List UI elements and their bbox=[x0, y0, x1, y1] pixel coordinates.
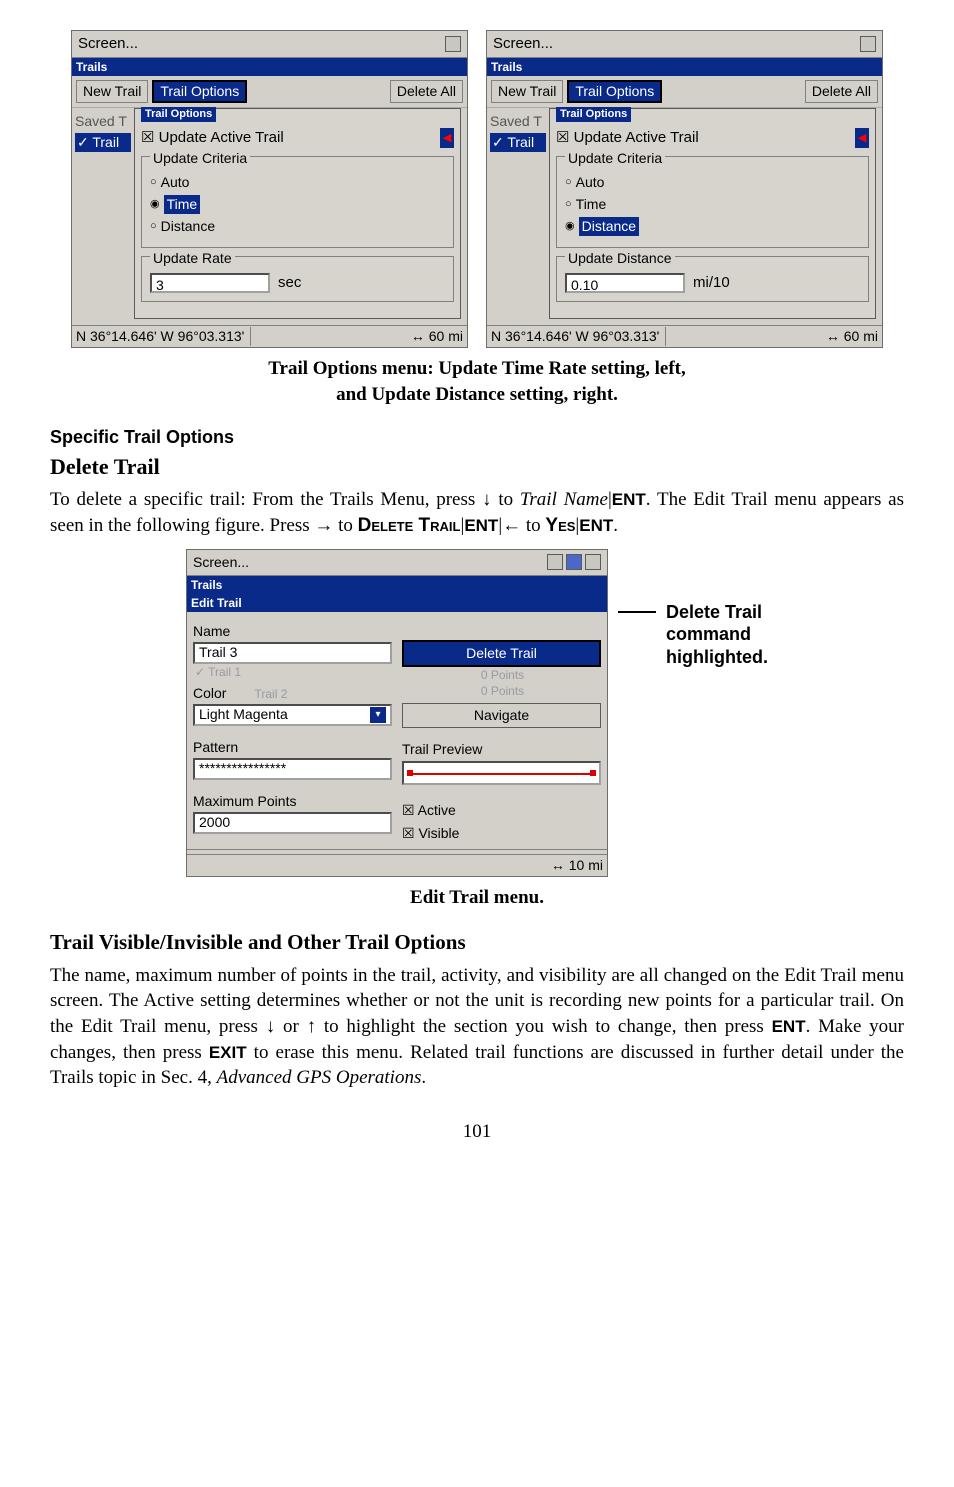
ghosted-points2: 0 Points bbox=[404, 683, 601, 699]
delete-trail-heading: Delete Trail bbox=[50, 452, 904, 482]
delete-all-button[interactable]: Delete All bbox=[390, 80, 463, 103]
window-caption: Trails bbox=[187, 576, 607, 594]
annotation-leader-line bbox=[618, 611, 656, 613]
trail-preview-label: Trail Preview bbox=[402, 740, 601, 759]
delete-trail-button[interactable]: Delete Trail bbox=[402, 640, 601, 667]
statusbar: ↔ 10 mi bbox=[187, 854, 607, 876]
trail-options-figure-row: Screen... Trails New Trail Trail Options… bbox=[50, 30, 904, 348]
update-criteria-group: Update Criteria ○Auto ○Time ◉Distance bbox=[556, 156, 869, 248]
panel-title: Trail Options bbox=[141, 107, 216, 122]
distance-input[interactable]: 0.10 bbox=[565, 273, 685, 293]
statusbar: N 36°14.646' W 96°03.313' ↔ 60 mi bbox=[487, 325, 882, 347]
statusbar: N 36°14.646' W 96°03.313' ↔ 60 mi bbox=[72, 325, 467, 347]
visible-checkbox[interactable]: ☒ Visible bbox=[402, 824, 601, 843]
radio-auto[interactable]: ○Auto bbox=[150, 173, 445, 192]
max-points-input[interactable]: 2000 bbox=[193, 812, 392, 834]
panel-title: Trail Options bbox=[556, 107, 631, 122]
update-active-checkbox[interactable]: ☒ Update Active Trail bbox=[556, 129, 699, 146]
trail-options-button[interactable]: Trail Options bbox=[567, 80, 662, 103]
edit-trail-header: Edit Trail bbox=[187, 594, 607, 612]
new-trail-button[interactable]: New Trail bbox=[491, 80, 563, 103]
new-trail-button[interactable]: New Trail bbox=[76, 80, 148, 103]
radio-auto[interactable]: ○Auto bbox=[565, 173, 860, 192]
pattern-label: Pattern bbox=[193, 738, 392, 757]
trail-options-panel: Trail Options ☒ Update Active Trail ◂ Up… bbox=[549, 108, 876, 319]
name-input[interactable]: Trail 3 bbox=[193, 642, 392, 664]
titlebar: Screen... bbox=[187, 550, 607, 576]
titlebar-icons bbox=[547, 554, 601, 570]
trail-preview bbox=[402, 761, 601, 785]
max-points-label: Maximum Points bbox=[193, 792, 392, 811]
radio-time[interactable]: ◉Time bbox=[150, 195, 445, 214]
page-number: 101 bbox=[50, 1119, 904, 1145]
trail-options-time-screen: Screen... Trails New Trail Trail Options… bbox=[71, 30, 468, 348]
back-arrow-icon[interactable]: ◂ bbox=[855, 128, 869, 148]
figure1-caption: Trail Options menu: Update Time Rate set… bbox=[50, 356, 904, 407]
titlebar: Screen... bbox=[72, 31, 467, 58]
radio-distance[interactable]: ○Distance bbox=[150, 217, 445, 236]
rate-input[interactable]: 3 bbox=[150, 273, 270, 293]
specific-trail-options-heading: Specific Trail Options bbox=[50, 425, 904, 449]
trail-options-distance-screen: Screen... Trails New Trail Trail Options… bbox=[486, 30, 883, 348]
side-labels: Saved T ✓ Trail bbox=[72, 108, 134, 325]
update-active-checkbox[interactable]: ☒ Update Active Trail bbox=[141, 129, 284, 146]
delete-trail-paragraph: To delete a specific trail: From the Tra… bbox=[50, 487, 904, 538]
ghosted-points1: 0 Points bbox=[404, 667, 601, 683]
window-caption: Trails bbox=[72, 58, 467, 76]
titlebar-icons bbox=[445, 36, 461, 52]
delete-all-button[interactable]: Delete All bbox=[805, 80, 878, 103]
radio-time[interactable]: ○Time bbox=[565, 195, 860, 214]
color-label: ColorTrail 2 bbox=[193, 684, 392, 703]
titlebar: Screen... bbox=[487, 31, 882, 58]
trail-options-button[interactable]: Trail Options bbox=[152, 80, 247, 103]
distance-unit-label: mi/10 bbox=[693, 273, 730, 293]
edit-trail-screen: Screen... Trails Edit Trail Name Trail 3… bbox=[186, 549, 608, 877]
titlebar-icons bbox=[860, 36, 876, 52]
update-distance-group: Update Distance 0.10 mi/10 bbox=[556, 256, 869, 303]
titlebar-text: Screen... bbox=[493, 34, 553, 54]
name-label: Name bbox=[193, 622, 392, 641]
update-criteria-group: Update Criteria ○Auto ◉Time ○Distance bbox=[141, 156, 454, 248]
radio-distance[interactable]: ◉Distance bbox=[565, 217, 860, 236]
rate-unit-label: sec bbox=[278, 273, 301, 293]
update-rate-group: Update Rate 3 sec bbox=[141, 256, 454, 303]
color-dropdown[interactable]: Light Magenta▾ bbox=[193, 704, 392, 726]
trail-visibility-paragraph: The name, maximum number of points in th… bbox=[50, 963, 904, 1091]
window-caption: Trails bbox=[487, 58, 882, 76]
titlebar-text: Screen... bbox=[78, 34, 138, 54]
edit-trail-figure: Screen... Trails Edit Trail Name Trail 3… bbox=[50, 549, 904, 877]
navigate-button[interactable]: Navigate bbox=[402, 703, 601, 728]
toolbar: New Trail Trail Options Delete All bbox=[487, 76, 882, 108]
trail-options-panel: Trail Options ☒ Update Active Trail ◂ Up… bbox=[134, 108, 461, 319]
trail-visibility-heading: Trail Visible/Invisible and Other Trail … bbox=[50, 928, 904, 956]
toolbar: New Trail Trail Options Delete All bbox=[72, 76, 467, 108]
side-labels: Saved T ✓ Trail bbox=[487, 108, 549, 325]
ghosted-trail-1: ✓ Trail 1 bbox=[195, 664, 392, 680]
active-checkbox[interactable]: ☒ Active bbox=[402, 801, 601, 820]
annotation-text: Delete Trail command highlighted. bbox=[666, 601, 768, 669]
pattern-input[interactable]: **************** bbox=[193, 758, 392, 780]
back-arrow-icon[interactable]: ◂ bbox=[440, 128, 454, 148]
chevron-down-icon[interactable]: ▾ bbox=[370, 707, 386, 723]
figure2-caption: Edit Trail menu. bbox=[50, 885, 904, 911]
